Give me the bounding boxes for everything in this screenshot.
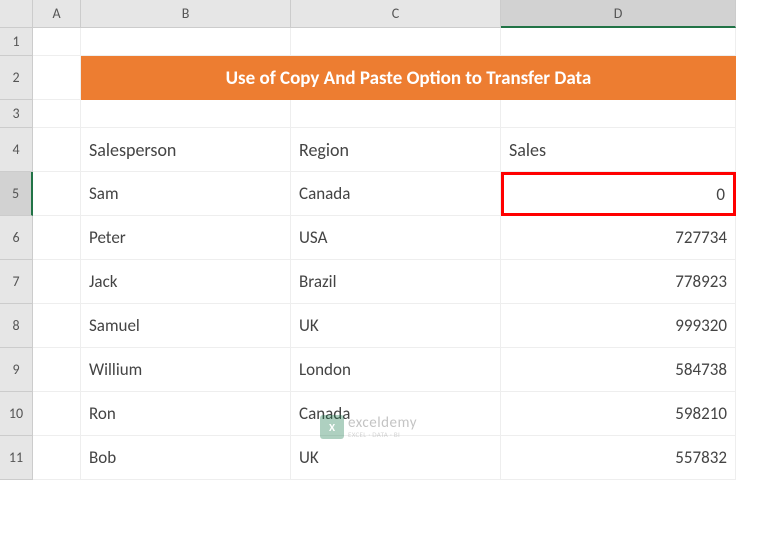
cell-c7[interactable]: Brazil (291, 260, 501, 304)
cell-a5[interactable] (33, 172, 81, 216)
cell-d1[interactable] (501, 28, 736, 56)
header-region[interactable]: Region (291, 128, 501, 172)
cell-c6[interactable]: USA (291, 216, 501, 260)
row-header-4[interactable]: 4 (0, 128, 33, 172)
row-header-10[interactable]: 10 (0, 392, 33, 436)
row-header-7[interactable]: 7 (0, 260, 33, 304)
cell-b7[interactable]: Jack (81, 260, 291, 304)
cell-c8[interactable]: UK (291, 304, 501, 348)
cell-d3[interactable] (501, 100, 736, 128)
cell-a1[interactable] (33, 28, 81, 56)
cell-c10[interactable]: Canada (291, 392, 501, 436)
cell-b3[interactable] (81, 100, 291, 128)
cell-d11[interactable]: 557832 (501, 436, 736, 480)
row-header-2[interactable]: 2 (0, 56, 33, 100)
cell-a8[interactable] (33, 304, 81, 348)
col-header-c[interactable]: C (291, 0, 501, 28)
cell-a6[interactable] (33, 216, 81, 260)
cell-c9[interactable]: London (291, 348, 501, 392)
col-header-d[interactable]: D (501, 0, 736, 28)
cell-a3[interactable] (33, 100, 81, 128)
cell-d9[interactable]: 584738 (501, 348, 736, 392)
title-banner[interactable]: Use of Copy And Paste Option to Transfer… (81, 56, 736, 100)
row-header-5[interactable]: 5 (0, 172, 33, 216)
cell-d5[interactable]: 0 (501, 172, 736, 216)
header-sales[interactable]: Sales (501, 128, 736, 172)
cell-c1[interactable] (291, 28, 501, 56)
header-salesperson[interactable]: Salesperson (81, 128, 291, 172)
cell-d7[interactable]: 778923 (501, 260, 736, 304)
row-header-1[interactable]: 1 (0, 28, 33, 56)
spreadsheet-grid: A B C D 1 2 Use of Copy And Paste Option… (0, 0, 767, 480)
cell-a2[interactable] (33, 56, 81, 100)
col-header-a[interactable]: A (33, 0, 81, 28)
cell-b5[interactable]: Sam (81, 172, 291, 216)
cell-a11[interactable] (33, 436, 81, 480)
row-header-11[interactable]: 11 (0, 436, 33, 480)
cell-b11[interactable]: Bob (81, 436, 291, 480)
cell-b10[interactable]: Ron (81, 392, 291, 436)
cell-b9[interactable]: Willium (81, 348, 291, 392)
col-header-b[interactable]: B (81, 0, 291, 28)
cell-d8[interactable]: 999320 (501, 304, 736, 348)
cell-b6[interactable]: Peter (81, 216, 291, 260)
cell-c5[interactable]: Canada (291, 172, 501, 216)
cell-a10[interactable] (33, 392, 81, 436)
cell-a9[interactable] (33, 348, 81, 392)
corner-cell[interactable] (0, 0, 33, 28)
cell-d6[interactable]: 727734 (501, 216, 736, 260)
row-header-3[interactable]: 3 (0, 100, 33, 128)
row-header-9[interactable]: 9 (0, 348, 33, 392)
row-header-8[interactable]: 8 (0, 304, 33, 348)
cell-d10[interactable]: 598210 (501, 392, 736, 436)
cell-b8[interactable]: Samuel (81, 304, 291, 348)
cell-c3[interactable] (291, 100, 501, 128)
cell-c11[interactable]: UK (291, 436, 501, 480)
cell-b1[interactable] (81, 28, 291, 56)
cell-a4[interactable] (33, 128, 81, 172)
row-header-6[interactable]: 6 (0, 216, 33, 260)
cell-a7[interactable] (33, 260, 81, 304)
